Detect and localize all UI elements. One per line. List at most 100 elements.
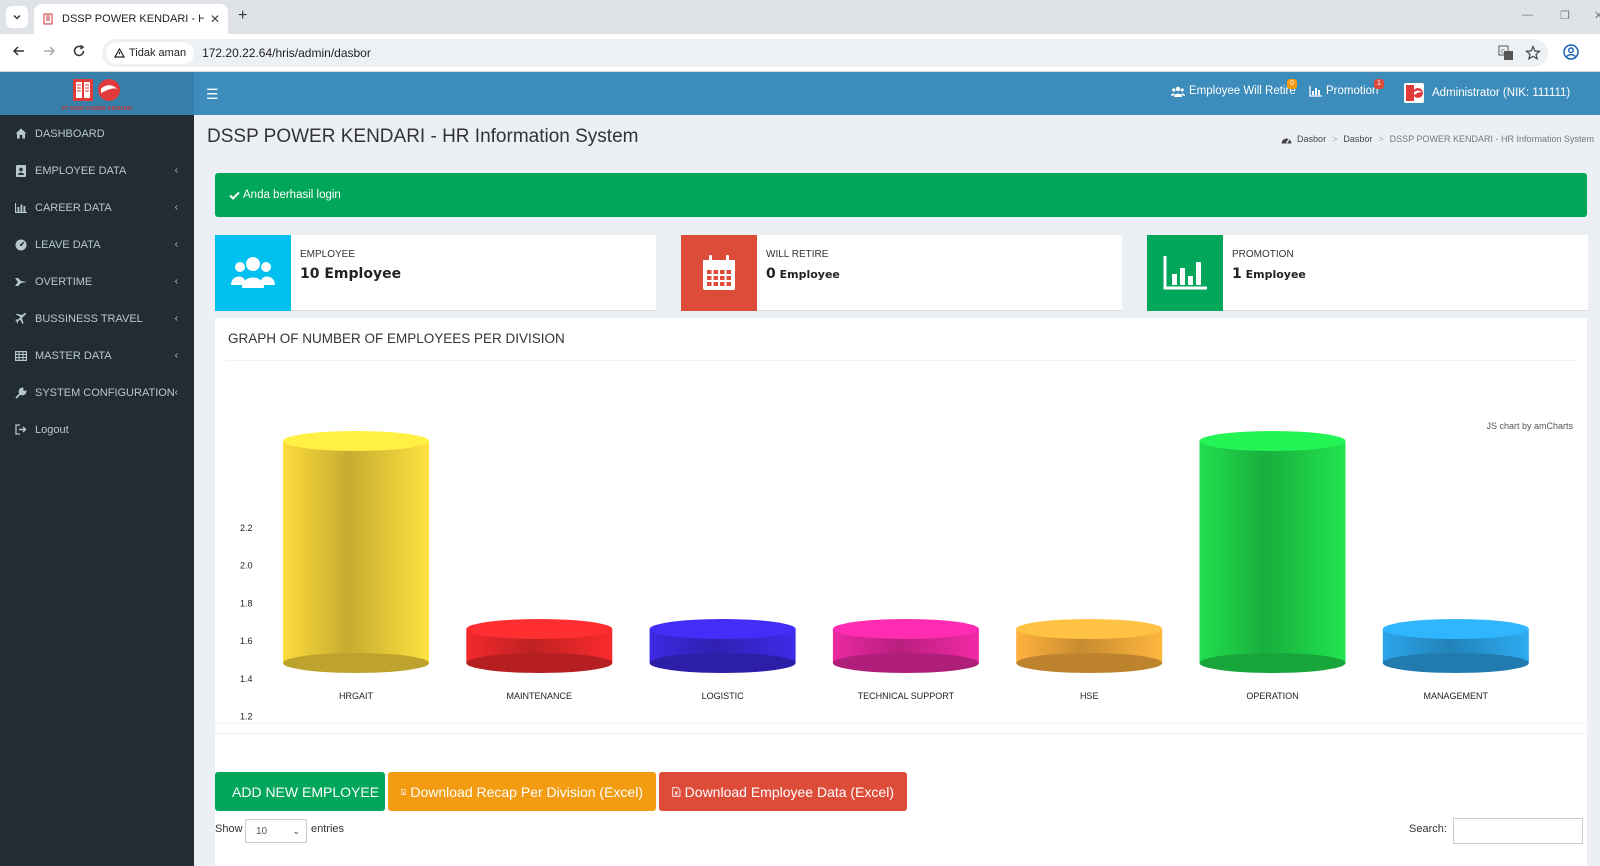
page-title: DSSP POWER KENDARI - HR Information Syst…: [207, 126, 639, 147]
sidebar: DASHBOARD EMPLOYEE DATA ‹ CAREER DATA ‹ …: [0, 115, 194, 866]
fighter-jet-icon: [15, 276, 27, 288]
svg-text:G: G: [1501, 49, 1506, 56]
info-box-promotion[interactable]: PROMOTION 1 Employee: [1147, 235, 1588, 311]
omnibox[interactable]: Tidak aman 172.20.22.64/hris/admin/dasbo…: [102, 39, 1548, 67]
id-card-icon: [15, 164, 27, 177]
user-menu[interactable]: Administrator (NIK: 111111): [1404, 83, 1570, 103]
bar-base: [649, 653, 796, 673]
breadcrumb-separator: >: [1378, 134, 1384, 144]
url-text[interactable]: 172.20.22.64/hris/admin/dasbor: [202, 46, 371, 60]
bar-top: [466, 619, 613, 639]
company-logo-icon: [73, 78, 120, 101]
users-icon: [215, 235, 291, 311]
chart-credit-link[interactable]: JS chart by amCharts: [1486, 421, 1573, 431]
bar-base: [283, 653, 429, 673]
browser-address-bar: Tidak aman 172.20.22.64/hris/admin/dasbo…: [0, 34, 1600, 72]
security-label: Tidak aman: [129, 47, 187, 59]
back-arrow-icon[interactable]: [12, 44, 26, 58]
warning-icon: [114, 48, 125, 58]
employee-will-retire-label: Employee Will Retire: [1189, 85, 1296, 97]
minimize-icon[interactable]: —: [1522, 9, 1533, 21]
entries-length-select[interactable]: 10 ⌄: [245, 819, 307, 843]
excel-file-icon: [672, 786, 681, 797]
bar-top: [283, 431, 429, 451]
actions-panel: ADD NEW EMPLOYEE Download Recap Per Divi…: [215, 733, 1587, 866]
sidebar-item-system-configuration[interactable]: SYSTEM CONFIGURATION ‹: [0, 374, 194, 411]
sidebar-item-label: OVERTIME: [35, 275, 93, 288]
download-employee-data-button[interactable]: Download Employee Data (Excel): [659, 772, 907, 811]
profile-icon[interactable]: [1563, 44, 1579, 60]
tab-search-button[interactable]: [6, 6, 28, 28]
sidebar-item-bussiness-travel[interactable]: BUSSINESS TRAVEL ‹: [0, 300, 194, 337]
info-label: WILL RETIRE: [766, 249, 829, 260]
sidebar-item-employee-data[interactable]: EMPLOYEE DATA ‹: [0, 152, 194, 189]
promotion-link[interactable]: Promotion 1: [1309, 79, 1384, 97]
bar-top: [832, 619, 979, 639]
info-value: 10 Employee: [300, 266, 402, 282]
sidebar-item-overtime[interactable]: OVERTIME ‹: [0, 263, 194, 300]
breadcrumb-item[interactable]: Dasbor: [1297, 134, 1326, 144]
bar-top: [1382, 619, 1529, 639]
breadcrumb-item[interactable]: Dasbor: [1343, 134, 1372, 144]
download-recap-button[interactable]: Download Recap Per Division (Excel): [388, 772, 656, 811]
app-logo[interactable]: PT DSSP POWER KENDARI: [0, 72, 194, 115]
browser-tab[interactable]: DSSP POWER KENDARI - HR Inf ✕: [34, 4, 228, 34]
add-new-employee-button[interactable]: ADD NEW EMPLOYEE: [215, 772, 385, 811]
reload-icon[interactable]: [72, 44, 86, 58]
info-box-will-retire[interactable]: WILL RETIRE 0 Employee: [681, 235, 1122, 311]
sidebar-toggle-icon[interactable]: ☰: [206, 86, 219, 103]
sidebar-item-label: LEAVE DATA: [35, 238, 101, 251]
browser-tab-bar: DSSP POWER KENDARI - HR Inf ✕ + — ❐ ✕: [0, 0, 1600, 34]
forward-arrow-icon[interactable]: [42, 44, 56, 58]
restore-icon[interactable]: ❐: [1560, 9, 1570, 22]
employee-will-retire-link[interactable]: Employee Will Retire 0: [1171, 79, 1297, 97]
dashboard-icon: [1281, 138, 1292, 143]
bar-base: [1016, 653, 1163, 673]
tab-close-icon[interactable]: ✕: [210, 12, 220, 26]
chevron-left-icon: ‹: [174, 165, 178, 176]
sidebar-item-dashboard[interactable]: DASHBOARD: [0, 115, 194, 152]
excel-file-icon: [401, 788, 407, 795]
check-icon: [229, 191, 240, 200]
chevron-left-icon: ‹: [174, 239, 178, 250]
translate-icon[interactable]: G: [1498, 45, 1514, 61]
info-value: 1 Employee: [1232, 266, 1306, 282]
x-tick-label: HSE: [1080, 691, 1099, 701]
x-tick-label: MANAGEMENT: [1424, 691, 1489, 701]
x-tick-label: TECHNICAL SUPPORT: [858, 691, 955, 701]
bookmark-star-icon[interactable]: [1525, 45, 1541, 61]
button-label: ADD NEW EMPLOYEE: [232, 783, 380, 800]
sidebar-item-label: CAREER DATA: [35, 201, 112, 214]
sidebar-item-leave-data[interactable]: LEAVE DATA ‹: [0, 226, 194, 263]
chevron-left-icon: ‹: [174, 313, 178, 324]
table-icon: [15, 350, 27, 362]
sidebar-item-career-data[interactable]: CAREER DATA ‹: [0, 189, 194, 226]
new-tab-button[interactable]: +: [238, 7, 247, 25]
sidebar-item-master-data[interactable]: MASTER DATA ‹: [0, 337, 194, 374]
bar-base: [832, 653, 979, 673]
calendar-icon: [681, 235, 757, 311]
promotion-count-badge: 1: [1374, 79, 1384, 89]
window-close-icon[interactable]: ✕: [1594, 9, 1600, 22]
breadcrumb-separator: >: [1332, 134, 1338, 144]
sidebar-item-label: DASHBOARD: [35, 127, 105, 140]
search-input[interactable]: [1453, 818, 1583, 844]
button-label: Download Recap Per Division (Excel): [410, 783, 643, 800]
sidebar-item-label: EMPLOYEE DATA: [35, 164, 127, 177]
info-label: EMPLOYEE: [300, 249, 356, 260]
sidebar-item-label: BUSSINESS TRAVEL: [35, 312, 143, 325]
bar-chart-icon: [1147, 235, 1223, 311]
chevron-left-icon: ‹: [174, 350, 178, 361]
alert-text: Anda berhasil login: [243, 189, 341, 201]
sidebar-item-logout[interactable]: Logout: [0, 411, 194, 448]
y-tick-label: 1.8: [240, 598, 253, 608]
security-chip[interactable]: Tidak aman: [106, 42, 195, 64]
promotion-label: Promotion: [1326, 85, 1379, 97]
search-label: Search:: [1409, 823, 1447, 835]
division-bar-chart: 0.81.01.21.41.61.82.02.2 HRGAIT MAINTENA…: [215, 431, 1587, 724]
user-label: Administrator (NIK: 111111): [1432, 87, 1571, 99]
info-box-employee[interactable]: EMPLOYEE 10 Employee: [215, 235, 656, 311]
user-avatar-icon: [1404, 83, 1424, 103]
button-label: Download Employee Data (Excel): [684, 783, 894, 800]
sidebar-item-label: Logout: [35, 423, 69, 436]
